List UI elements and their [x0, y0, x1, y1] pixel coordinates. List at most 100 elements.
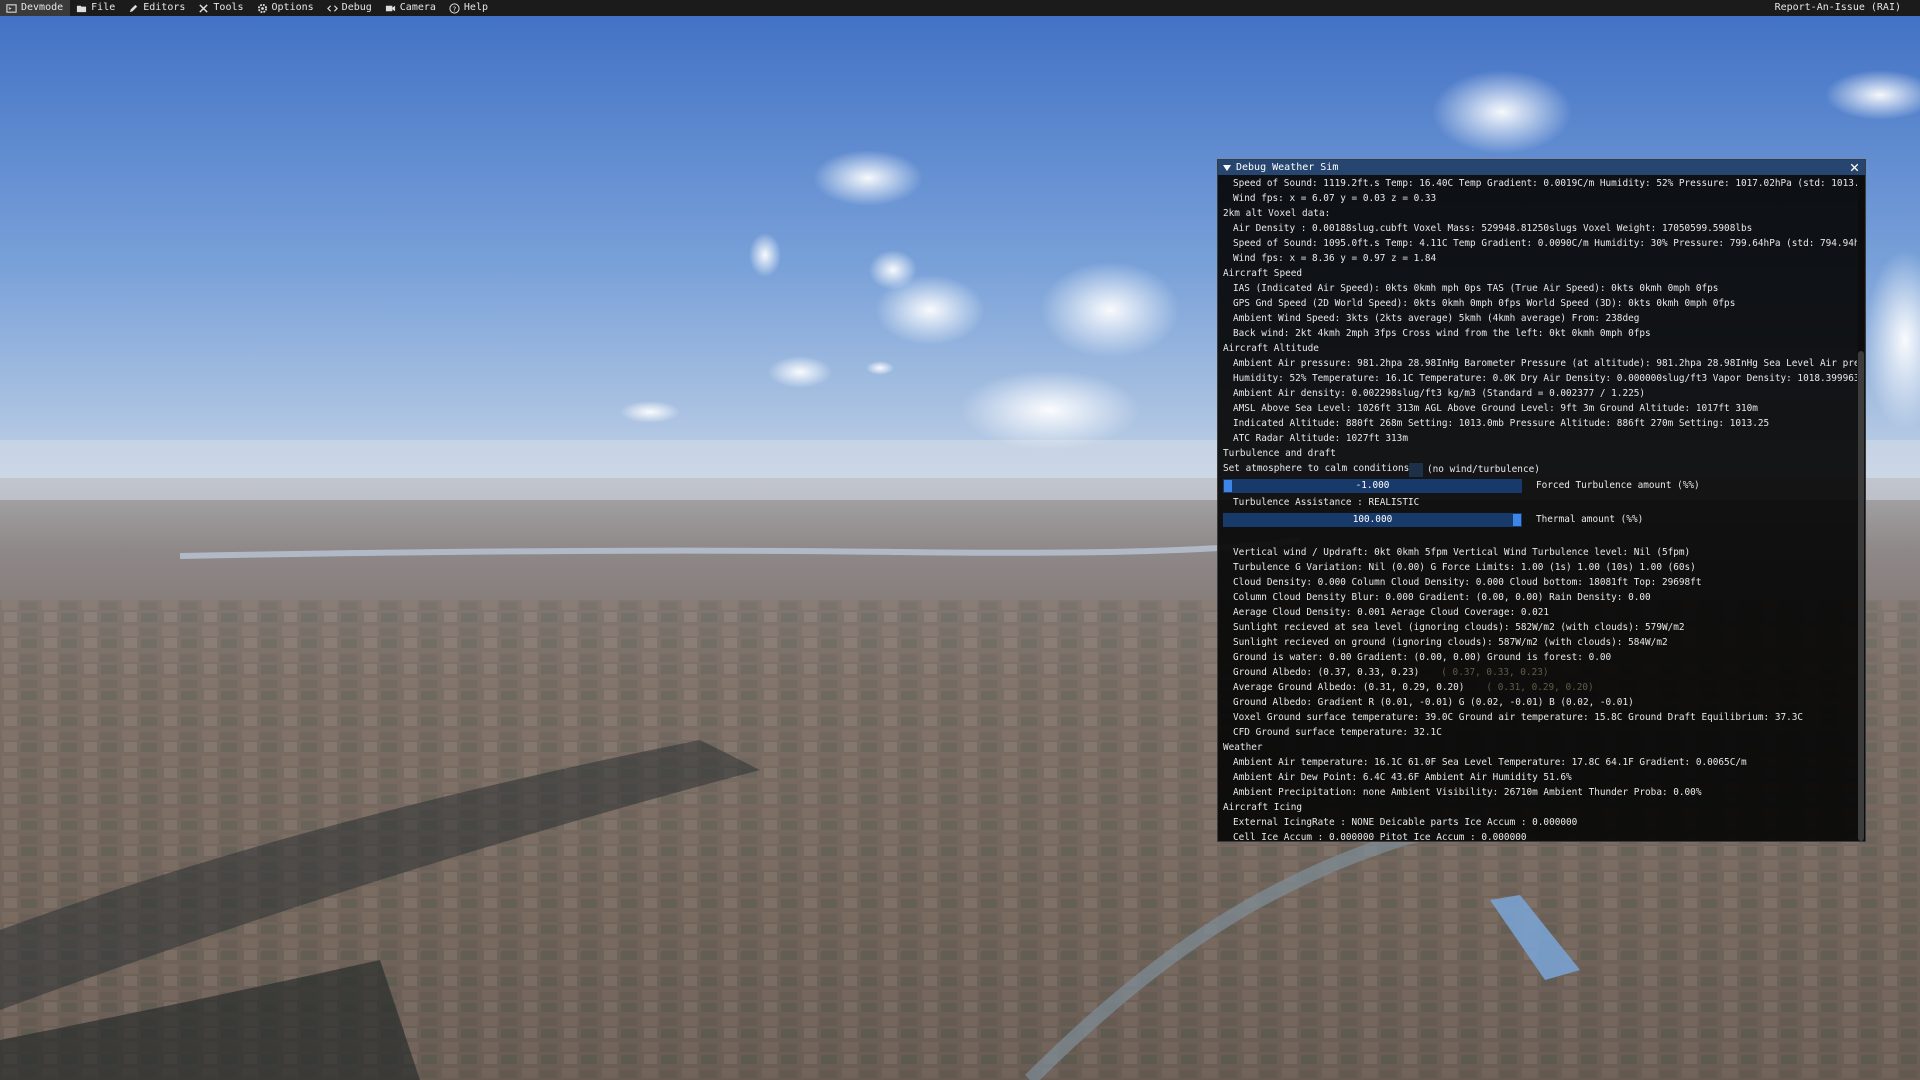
turbulence-assistance: Turbulence Assistance : REALISTIC [1233, 497, 1420, 508]
menu-options-label: Options [271, 2, 314, 13]
data-line: Cloud Density: 0.000 Column Cloud Densit… [1218, 576, 1701, 590]
menu-file[interactable]: File [70, 0, 122, 16]
data-line: Ambient Air density: 0.002298slug/ft3 kg… [1218, 387, 1645, 401]
data-line-text: Cloud Density: 0.000 Column Cloud Densit… [1233, 577, 1702, 588]
data-line: Wind fps: x = 8.36 y = 0.97 z = 1.84 [1218, 252, 1436, 266]
data-line-text: Vertical wind / Updraft: 0kt 0kmh 5fpm V… [1233, 547, 1691, 558]
data-line: Back wind: 2kt 4kmh 2mph 3fps Cross wind… [1218, 327, 1651, 341]
data-line: Ambient Air pressure: 981.2hpa 28.98InHg… [1218, 357, 1857, 371]
data-line: AMSL Above Sea Level: 1026ft 313m AGL Ab… [1218, 402, 1758, 416]
data-line: Ambient Air temperature: 16.1C 61.0F Sea… [1218, 756, 1747, 770]
scrollbar[interactable] [1858, 176, 1864, 841]
close-icon[interactable] [1848, 161, 1861, 174]
data-line-text: Speed of Sound: 1095.0ft.s Temp: 4.11C T… [1233, 238, 1857, 249]
data-line-text: Ambient Air pressure: 981.2hpa 28.98InHg… [1233, 358, 1857, 369]
data-line-text: Turbulence G Variation: Nil (0.00) G For… [1233, 562, 1696, 573]
window-title-bar[interactable]: Debug Weather Sim [1218, 160, 1865, 175]
menu-tools[interactable]: Tools [192, 0, 250, 16]
data-line-text: Ambient Precipitation: none Ambient Visi… [1233, 787, 1702, 798]
forced-turbulence-value: -1.000 [1355, 480, 1390, 491]
data-line: Aerage Cloud Density: 0.001 Aerage Cloud… [1218, 606, 1549, 620]
data-line-text: IAS (Indicated Air Speed): 0kts 0kmh mph… [1233, 283, 1719, 294]
help-icon: ? [449, 2, 460, 14]
data-line-text: Aircraft Altitude [1223, 343, 1319, 354]
data-line: Ambient Air Dew Point: 6.4C 43.6F Ambien… [1218, 771, 1572, 785]
menu-bar: Devmode File Editors Tools Options Debug… [0, 0, 1920, 16]
data-line: Cell Ice Accum : 0.000000 Pitot Ice Accu… [1218, 831, 1527, 841]
data-line-text: Ground Albedo: (0.37, 0.33, 0.23) [1233, 667, 1420, 678]
data-line: ATC Radar Altitude: 1027ft 313m [1218, 432, 1408, 446]
debug-weather-sim-window: Debug Weather Sim Speed of Sound: 1119.2… [1217, 159, 1866, 842]
thermal-amount-slider[interactable]: 100.000 [1223, 513, 1522, 527]
data-line-text: Aircraft Speed [1223, 268, 1303, 279]
data-line: Ambient Precipitation: none Ambient Visi… [1218, 786, 1701, 800]
data-line: Sunlight recieved at sea level (ignoring… [1218, 621, 1685, 635]
data-line: Turbulence G Variation: Nil (0.00) G For… [1218, 561, 1696, 575]
data-line-text: Column Cloud Density Blur: 0.000 Gradien… [1233, 592, 1651, 603]
data-line-text: CFD Ground surface temperature: 32.1C [1233, 727, 1442, 738]
data-line: Speed of Sound: 1095.0ft.s Temp: 4.11C T… [1218, 237, 1857, 251]
slider-grab[interactable] [1224, 480, 1232, 492]
data-line-text: External IcingRate : NONE Deicable parts… [1233, 817, 1578, 828]
data-line: Voxel Ground surface temperature: 39.0C … [1218, 711, 1803, 725]
section-header: 2km alt Voxel data: [1218, 207, 1330, 221]
calm-conditions-label: Set atmosphere to calm conditions: [1223, 463, 1415, 474]
data-line-text: Ground is water: 0.00 Gradient: (0.00, 0… [1233, 652, 1612, 663]
data-line: Wind fps: x = 6.07 y = 0.03 z = 0.33 [1218, 192, 1436, 206]
data-line-text: Ambient Air Dew Point: 6.4C 43.6F Ambien… [1233, 772, 1572, 783]
data-line-text: Ambient Air density: 0.002298slug/ft3 kg… [1233, 388, 1646, 399]
menu-options[interactable]: Options [251, 0, 321, 16]
data-line: Air Density : 0.00188slug.cubft Voxel Ma… [1218, 222, 1752, 236]
section-header: Aircraft Icing [1218, 801, 1302, 815]
calm-conditions-checkbox[interactable] [1409, 463, 1423, 477]
collapse-arrow-icon[interactable] [1222, 163, 1232, 173]
section-header: Aircraft Speed [1218, 267, 1302, 281]
menu-debug[interactable]: Debug [321, 0, 379, 16]
data-line-text: Weather [1223, 742, 1263, 753]
data-line-text: Voxel Ground surface temperature: 39.0C … [1233, 712, 1804, 723]
menu-camera-label: Camera [399, 2, 436, 13]
data-line-dim-value: ( 0.31, 0.29, 0.20) [1486, 682, 1594, 693]
section-header: Weather [1218, 741, 1263, 755]
menu-editors[interactable]: Editors [122, 0, 192, 16]
menu-editors-label: Editors [143, 2, 186, 13]
forced-turbulence-label: Forced Turbulence amount (%%) [1536, 480, 1700, 491]
menu-help[interactable]: ? Help [443, 0, 495, 16]
menu-devmode-label: Devmode [21, 2, 64, 13]
data-line: Vertical wind / Updraft: 0kt 0kmh 5fpm V… [1218, 546, 1690, 560]
data-line: Indicated Altitude: 880ft 268m Setting: … [1218, 417, 1769, 431]
data-line: Ground Albedo: Gradient R (0.01, -0.01) … [1218, 696, 1634, 710]
thermal-amount-value: 100.000 [1352, 514, 1393, 525]
section-header: Aircraft Altitude [1218, 342, 1319, 356]
menu-camera[interactable]: Camera [379, 0, 443, 16]
data-line-text: Wind fps: x = 8.36 y = 0.97 z = 1.84 [1233, 253, 1437, 264]
data-line-text: Back wind: 2kt 4kmh 2mph 3fps Cross wind… [1233, 328, 1651, 339]
menu-help-label: Help [463, 2, 488, 13]
svg-text:?: ? [452, 4, 456, 13]
data-line: Column Cloud Density Blur: 0.000 Gradien… [1218, 591, 1651, 605]
data-line-text: GPS Gnd Speed (2D World Speed): 0kts 0km… [1233, 298, 1736, 309]
data-line-text: Average Ground Albedo: (0.31, 0.29, 0.20… [1233, 682, 1465, 693]
data-line-text: AMSL Above Sea Level: 1026ft 313m AGL Ab… [1233, 403, 1758, 414]
scrollbar-thumb[interactable] [1858, 351, 1864, 841]
data-line: Humidity: 52% Temperature: 16.1C Tempera… [1218, 372, 1857, 386]
data-line: CFD Ground surface temperature: 32.1C [1218, 726, 1442, 740]
menu-devmode[interactable]: Devmode [0, 0, 71, 16]
calm-conditions-checkbox-label: (no wind/turbulence) [1427, 464, 1540, 475]
data-line: External IcingRate : NONE Deicable parts… [1218, 816, 1577, 830]
data-line: Ground Albedo: (0.37, 0.33, 0.23) ( 0.37,… [1218, 666, 1549, 680]
data-line: Ground is water: 0.00 Gradient: (0.00, 0… [1218, 651, 1611, 665]
data-line: Sunlight recieved on ground (ignoring cl… [1218, 636, 1668, 650]
window-content: Speed of Sound: 1119.2ft.s Temp: 16.40C … [1218, 176, 1857, 841]
forced-turbulence-slider[interactable]: -1.000 [1223, 479, 1522, 493]
data-line-text: Ground Albedo: Gradient R (0.01, -0.01) … [1233, 697, 1634, 708]
window-title: Debug Weather Sim [1236, 162, 1339, 173]
data-line-text: Indicated Altitude: 880ft 268m Setting: … [1233, 418, 1770, 429]
data-line: Ambient Wind Speed: 3kts (2kts average) … [1218, 312, 1639, 326]
data-line-text: Wind fps: x = 6.07 y = 0.03 z = 0.33 [1233, 193, 1437, 204]
data-line-text: ATC Radar Altitude: 1027ft 313m [1233, 433, 1408, 444]
gear-icon [257, 3, 267, 13]
camera-icon [385, 5, 395, 11]
report-issue-button[interactable]: Report-An-Issue (RAI) [1769, 0, 1908, 16]
slider-grab[interactable] [1513, 514, 1521, 526]
